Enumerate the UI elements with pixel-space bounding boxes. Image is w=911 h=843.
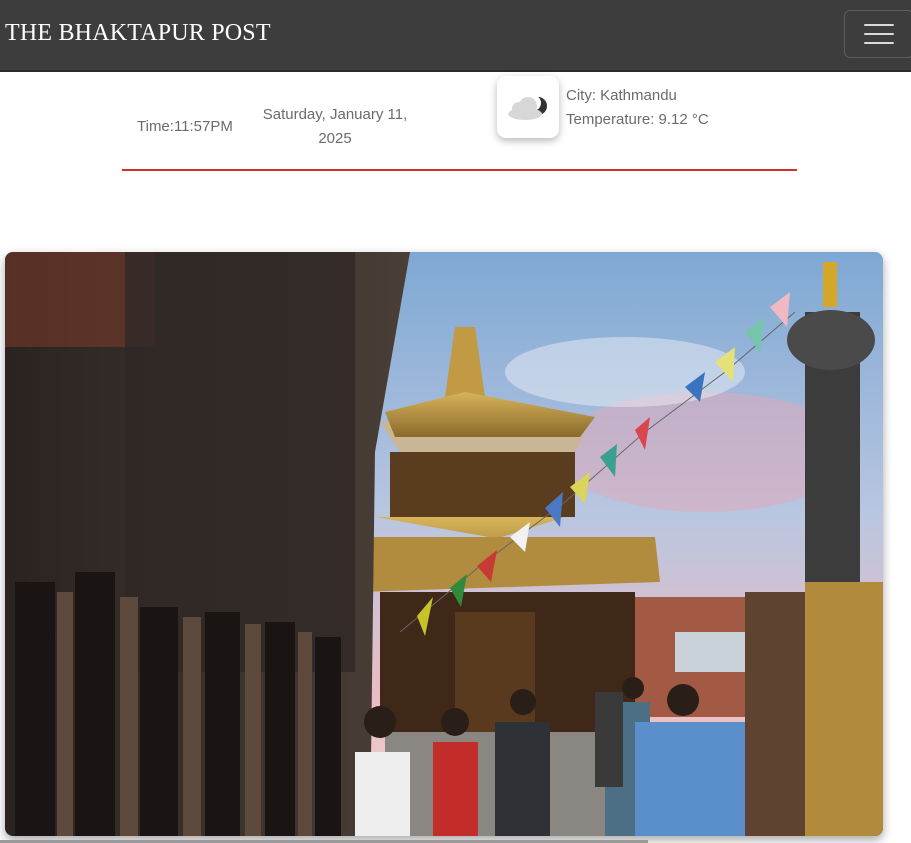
time-display: Time:11:57PM: [137, 118, 233, 135]
hamburger-bar: [864, 42, 894, 44]
city-label: City: Kathmandu: [566, 87, 677, 104]
info-bar: Time:11:57PM Saturday, January 11, 2025 …: [0, 72, 911, 182]
hamburger-menu-icon: [864, 24, 894, 26]
date-line-2: 2025: [318, 130, 352, 147]
partly-cloudy-night-icon: [497, 76, 559, 138]
hero-image[interactable]: [5, 252, 883, 836]
date-display: Saturday, January 11, 2025: [255, 103, 415, 151]
site-title[interactable]: THE BHAKTAPUR POST: [5, 20, 271, 47]
hamburger-bar: [864, 33, 894, 35]
menu-toggle-button[interactable]: [844, 10, 911, 58]
divider-line: [122, 169, 797, 171]
temperature-label: Temperature: 9.12 °C: [566, 111, 709, 128]
navbar: THE BHAKTAPUR POST: [0, 0, 911, 72]
date-line-1: Saturday, January 11,: [262, 106, 408, 123]
